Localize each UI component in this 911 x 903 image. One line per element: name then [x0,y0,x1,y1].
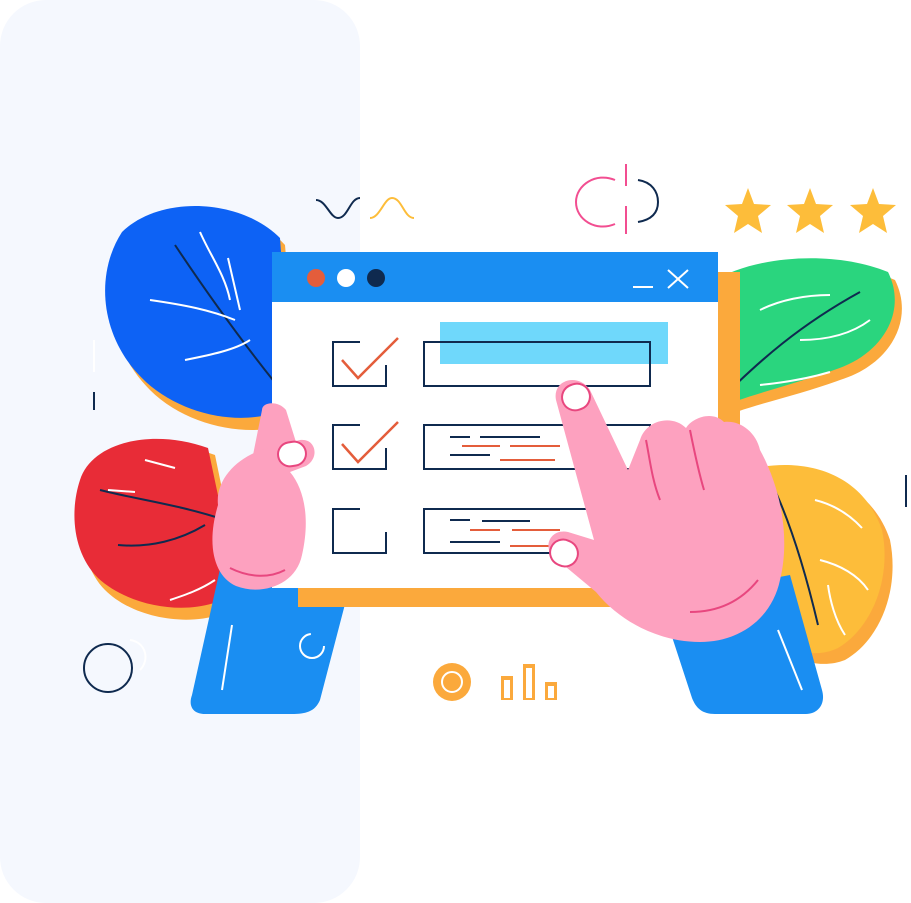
maximize-dot-icon [367,269,385,287]
star-icon [787,188,833,233]
star-icon [850,188,896,233]
minimize-dot-icon [337,269,355,287]
star-icon [725,188,771,233]
circle-outline-icon [83,639,147,693]
blue-leaf [105,206,300,430]
split-circle-icon [574,164,660,234]
illustration-scene [0,0,911,903]
green-leaf [712,258,902,420]
wave-icon [315,196,415,220]
star-icons [725,188,896,233]
checklist-illustration [74,164,907,714]
close-dot-icon [307,269,325,287]
bar-chart-icon [501,664,557,700]
ring-icon [433,663,471,701]
